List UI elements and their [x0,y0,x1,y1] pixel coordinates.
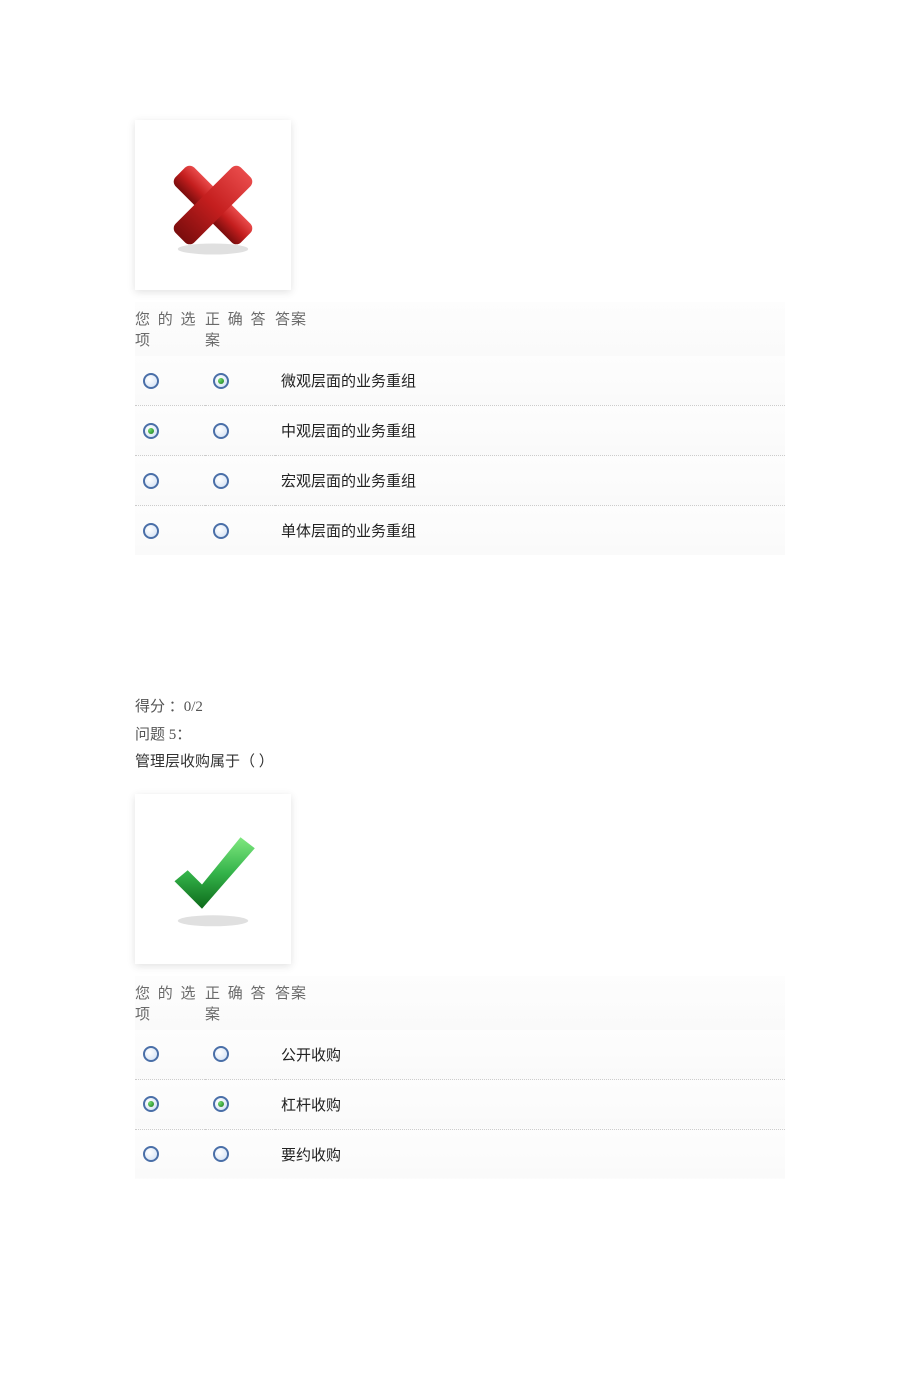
answer-option-text: 中观层面的业务重组 [275,406,785,456]
correct-radio [213,523,229,539]
prompt-label: 问题 5： [135,723,785,749]
header-correct-answer: 正 确 答 案 [205,302,275,356]
header-your-choice-sub: 项 [135,1007,152,1023]
answer-option-text: 微观层面的业务重组 [275,356,785,406]
score-line: 得分 ：0/2 [135,695,785,721]
user-radio[interactable] [143,423,159,439]
header-correct-top: 正 确 答 [205,312,268,328]
answer-table-2: 您 的 选 项 正 确 答 案 答案 公开收购 杠杆收购 [135,976,785,1179]
user-radio[interactable] [143,1146,159,1162]
table-row: 单体层面的业务重组 [135,506,785,556]
correct-radio [213,1046,229,1062]
header-correct-answer: 正 确 答 案 [205,976,275,1030]
header-correct-sub: 案 [205,1007,222,1023]
header-your-choice-top: 您 的 选 [135,986,198,1002]
answer-table-1: 您 的 选 项 正 确 答 案 答案 微观层面的业务重组 中观层面的业务重组 [135,302,785,555]
header-answer-text: 答案 [275,976,785,1030]
score-value: 0/2 [184,699,203,715]
question-text: 管理层收购属于（ ） [135,750,785,776]
question-block-1: 您 的 选 项 正 确 答 案 答案 微观层面的业务重组 中观层面的业务重组 [135,120,785,555]
correct-radio [213,1146,229,1162]
score-label: 得分 ： [135,699,184,715]
header-correct-top: 正 确 答 [205,986,268,1002]
answer-option-text: 宏观层面的业务重组 [275,456,785,506]
answer-option-text: 杠杆收购 [275,1079,785,1129]
user-radio[interactable] [143,373,159,389]
result-icon-correct [135,794,291,964]
user-radio[interactable] [143,1096,159,1112]
cross-icon [158,150,268,260]
correct-radio [213,373,229,389]
question-block-2: 得分 ：0/2 问题 5： 管理层收购属于（ ） 您 的 选 项 [135,695,785,1179]
header-correct-sub: 案 [205,333,222,349]
answer-option-text: 单体层面的业务重组 [275,506,785,556]
user-radio[interactable] [143,1046,159,1062]
user-radio[interactable] [143,473,159,489]
header-your-choice: 您 的 选 项 [135,976,205,1030]
table-row: 中观层面的业务重组 [135,406,785,456]
user-radio[interactable] [143,523,159,539]
answer-option-text: 要约收购 [275,1129,785,1179]
answer-option-text: 公开收购 [275,1030,785,1080]
header-your-choice-top: 您 的 选 [135,312,198,328]
answer-rows-1: 微观层面的业务重组 中观层面的业务重组 宏观层面的业务重组 单体层面的业务重组 [135,356,785,555]
header-answer-text: 答案 [275,302,785,356]
header-your-choice: 您 的 选 项 [135,302,205,356]
correct-radio [213,1096,229,1112]
answer-rows-2: 公开收购 杠杆收购 要约收购 [135,1030,785,1179]
correct-radio [213,473,229,489]
table-row: 要约收购 [135,1129,785,1179]
check-icon [158,824,268,934]
table-row: 公开收购 [135,1030,785,1080]
correct-radio [213,423,229,439]
table-row: 宏观层面的业务重组 [135,456,785,506]
header-your-choice-sub: 项 [135,333,152,349]
table-row: 杠杆收购 [135,1079,785,1129]
table-row: 微观层面的业务重组 [135,356,785,406]
result-icon-wrong [135,120,291,290]
